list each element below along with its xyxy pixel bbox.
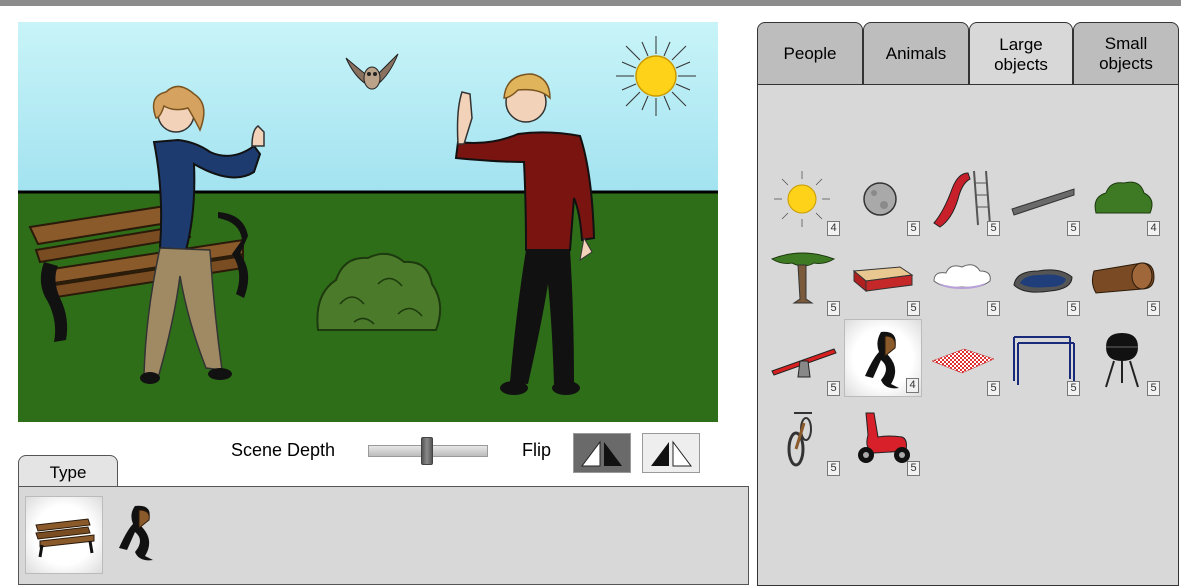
sky — [18, 22, 718, 194]
library-item-count: 5 — [907, 461, 920, 476]
library-item-log[interactable]: 5 — [1084, 241, 1162, 319]
tab-people[interactable]: People — [757, 22, 863, 84]
type-tab[interactable]: Type — [18, 455, 118, 489]
library-item-moon[interactable]: 5 — [844, 161, 922, 239]
library-item-picnic-blanket[interactable]: 5 — [924, 321, 1002, 399]
library-item-scooter[interactable]: 5 — [844, 401, 922, 479]
flip-mirror-button[interactable] — [642, 433, 700, 473]
library-item-sandbox[interactable]: 5 — [844, 241, 922, 319]
tab-small-objects[interactable]: Small objects — [1073, 22, 1179, 84]
library-item-count: 5 — [827, 381, 840, 396]
flip-mirror-icon — [651, 440, 692, 467]
top-bar — [0, 0, 1181, 6]
library-item-count: 5 — [1067, 221, 1080, 236]
park-bench-icon — [35, 518, 95, 558]
library-item-count: 4 — [1147, 221, 1160, 236]
flip-label: Flip — [522, 440, 552, 460]
library-item-seesaw[interactable]: 5 — [764, 321, 842, 399]
library-item-count: 5 — [1147, 381, 1160, 396]
flip-normal-icon — [581, 440, 622, 467]
library-item-count: 5 — [1067, 381, 1080, 396]
scene-canvas[interactable] — [18, 22, 718, 422]
tab-animals[interactable]: Animals — [863, 22, 969, 84]
library-item-count: 5 — [987, 381, 1000, 396]
library-item-count: 4 — [906, 378, 919, 393]
library-item-tree[interactable]: 5 — [764, 241, 842, 319]
library-item-count: 5 — [827, 301, 840, 316]
library-item-bench[interactable]: 4 — [844, 319, 922, 397]
library-item-count: 4 — [827, 221, 840, 236]
bench-end-icon — [119, 505, 153, 561]
library-item-pond[interactable]: 5 — [1004, 241, 1082, 319]
type-option-park-bench[interactable] — [25, 496, 103, 574]
library-item-bicycle[interactable]: 5 — [764, 401, 842, 479]
scene-depth-slider-thumb[interactable] — [421, 437, 433, 465]
library-item-monkey-bars[interactable]: 5 — [1004, 321, 1082, 399]
library-item-ramp[interactable]: 5 — [1004, 161, 1082, 239]
flip-normal-button[interactable] — [573, 433, 631, 473]
sun-object[interactable] — [616, 36, 696, 116]
library-item-slide[interactable]: 5 — [924, 161, 1002, 239]
library-item-count: 5 — [987, 301, 1000, 316]
type-panel — [18, 486, 749, 585]
object-library: 4 5 5 5 4 5 5 5 5 5 5 4 5 5 5 5 5 — [757, 84, 1179, 586]
library-item-count: 5 — [907, 301, 920, 316]
library-item-count: 5 — [1067, 301, 1080, 316]
library-item-count: 5 — [907, 221, 920, 236]
library-item-sun[interactable]: 4 — [764, 161, 842, 239]
library-item-bush[interactable]: 4 — [1084, 161, 1162, 239]
scene-depth-label: Scene Depth — [231, 440, 336, 460]
tab-large-objects[interactable]: Large objects — [969, 22, 1073, 86]
library-item-count: 5 — [827, 461, 840, 476]
library-item-cloud[interactable]: 5 — [924, 241, 1002, 319]
library-item-grill[interactable]: 5 — [1084, 321, 1162, 399]
library-item-count: 5 — [1147, 301, 1160, 316]
library-item-count: 5 — [987, 221, 1000, 236]
type-option-bench-end[interactable] — [105, 496, 183, 574]
